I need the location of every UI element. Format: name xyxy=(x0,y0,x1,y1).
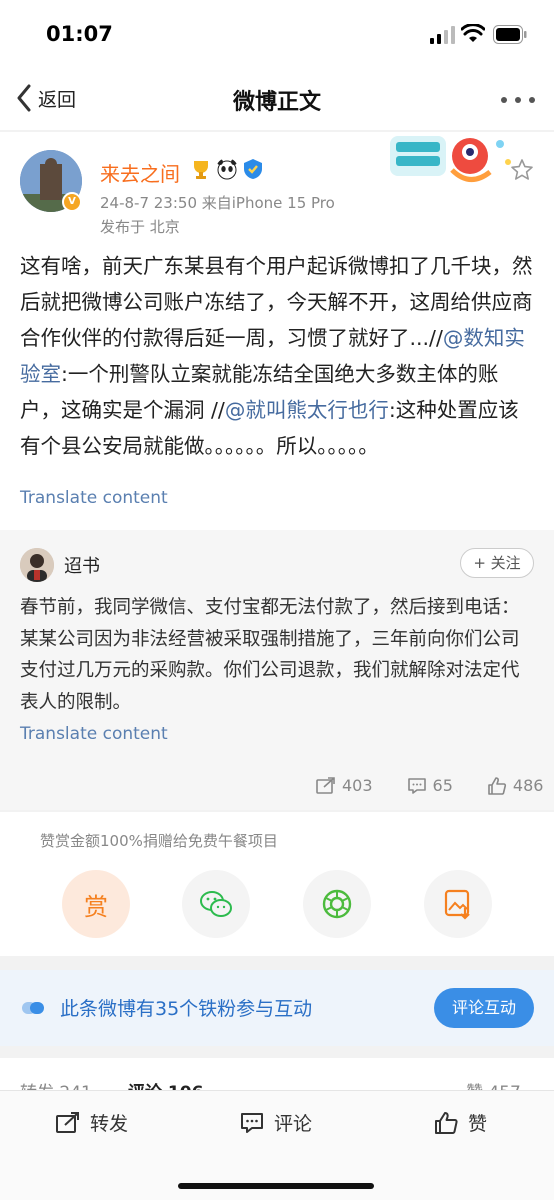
repost-text: 春节前，我同学微信、支付宝都无法付款了，然后接到电话：某某公司因为非法经营被采取… xyxy=(20,597,520,713)
like-button[interactable]: 赞 xyxy=(434,1109,487,1136)
share-icon xyxy=(56,1111,79,1133)
wechat-share-button[interactable] xyxy=(182,870,250,938)
star-icon[interactable] xyxy=(510,158,534,182)
fans-text: 此条微博有35个铁粉参与互动 xyxy=(60,998,313,1020)
user-badges xyxy=(190,158,264,180)
home-indicator xyxy=(178,1183,374,1189)
comment-icon xyxy=(241,1112,263,1133)
comment-count-text: 65 xyxy=(432,776,453,795)
shield-badge-icon xyxy=(244,159,262,179)
status-time: 01:07 xyxy=(46,22,113,46)
fans-interaction-bar[interactable]: 此条微博有35个铁粉参与互动 评论互动 xyxy=(0,970,554,1046)
repost-count[interactable]: 403 xyxy=(316,776,373,795)
reward-tip: 赞赏金额100%捐赠给免费午餐项目 xyxy=(40,832,278,850)
like-count-text: 486 xyxy=(512,776,544,795)
thumbs-up-icon xyxy=(435,1111,458,1134)
translate-link[interactable]: Translate content xyxy=(20,488,168,508)
repost-stats: 403 65 486 xyxy=(316,776,543,795)
reward-button[interactable]: 赏 xyxy=(62,870,130,938)
thumbs-up-icon xyxy=(488,776,506,795)
moments-share-button[interactable] xyxy=(303,870,371,938)
comment-interact-button[interactable]: 评论互动 xyxy=(434,988,534,1028)
comment-label: 评论 xyxy=(274,1113,313,1135)
post-meta: 24-8-7 23:50 来自iPhone 15 Pro xyxy=(100,194,335,212)
repost-label: 转发 xyxy=(90,1113,129,1135)
repost-button[interactable]: 转发 xyxy=(56,1109,128,1136)
comment-icon xyxy=(407,777,426,794)
nav-bar: 返回 微博正文 xyxy=(0,68,554,130)
post-text: 这有啥，前天广东某县有个用户起诉微博扣了几千块，然后就把微博公司账户冻结了，今天… xyxy=(20,248,535,464)
post-location: 发布于 北京 xyxy=(100,218,180,236)
weibo-post: V 来去之间 24-8-7 23:50 来自iPhone 15 Pro 发布于 … xyxy=(0,132,554,530)
avatar[interactable] xyxy=(20,548,54,582)
like-label: 赞 xyxy=(468,1113,488,1135)
repost-username[interactable]: 迢书 xyxy=(64,552,100,578)
like-count[interactable]: 486 xyxy=(487,776,544,795)
more-icon[interactable] xyxy=(500,96,536,104)
fans-icon xyxy=(22,1002,44,1014)
translate-link[interactable]: Translate content xyxy=(20,724,168,744)
festival-sticker-icon xyxy=(390,136,511,182)
save-image-button[interactable] xyxy=(424,870,492,938)
battery-icon xyxy=(493,25,527,44)
reposted-card[interactable]: 迢书 + 关注 春节前，我同学微信、支付宝都无法付款了，然后接到电话：某某公司因… xyxy=(0,530,554,810)
repost-count-text: 403 xyxy=(342,776,373,795)
reward-section: 赞赏金额100%捐赠给免费午餐项目 赏 xyxy=(0,812,554,956)
comment-count[interactable]: 65 xyxy=(407,776,453,795)
signal-icon xyxy=(430,26,455,44)
camera-shutter-icon xyxy=(322,889,352,919)
share-icon xyxy=(316,776,335,794)
status-bar: 01:07 xyxy=(0,0,554,68)
image-download-icon xyxy=(444,889,470,920)
follow-button[interactable]: + 关注 xyxy=(460,548,534,578)
wifi-icon xyxy=(461,24,485,42)
panda-badge-icon xyxy=(217,159,237,180)
page-title: 微博正文 xyxy=(232,90,321,115)
wechat-icon xyxy=(200,891,232,917)
username[interactable]: 来去之间 xyxy=(100,158,180,187)
trophy-badge-icon xyxy=(194,161,208,179)
mention-link[interactable]: @就叫熊太行也行 xyxy=(225,398,389,422)
reward-label: 赏 xyxy=(84,892,108,921)
comment-button[interactable]: 评论 xyxy=(240,1109,312,1136)
verified-badge-icon: V xyxy=(62,192,82,212)
